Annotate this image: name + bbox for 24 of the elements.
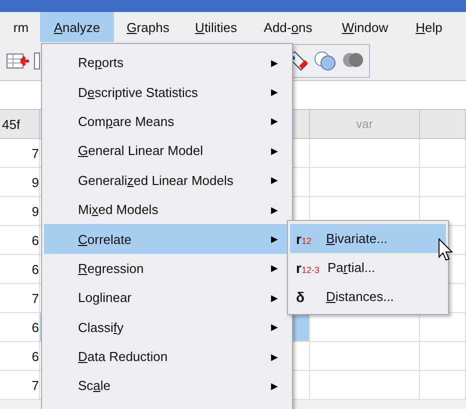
correlation-icon: r12-3 bbox=[296, 260, 320, 274]
submenu-arrow: ▶ bbox=[271, 175, 278, 186]
submenu-arrow: ▶ bbox=[271, 87, 278, 98]
table-cell: 6 bbox=[0, 342, 40, 371]
submenu-arrow: ▶ bbox=[271, 204, 278, 215]
correlation-icon: r12 bbox=[296, 232, 318, 246]
submenu-arrow: ▶ bbox=[271, 234, 278, 244]
delta-icon: δ bbox=[296, 290, 318, 304]
table-cell: 6 bbox=[0, 226, 40, 255]
submenu-arrow: ▶ bbox=[271, 352, 278, 362]
table-cell: 7 bbox=[0, 371, 40, 400]
table-cell: 9 bbox=[0, 197, 40, 226]
submenu-arrow: ▶ bbox=[271, 380, 278, 391]
submenu-arrow: ▶ bbox=[271, 58, 278, 68]
submenu-arrow: ▶ bbox=[271, 116, 278, 126]
table-cell: 7 bbox=[0, 139, 40, 168]
submenu-arrow: ▶ bbox=[271, 322, 278, 332]
submenu-arrow: ▶ bbox=[271, 292, 278, 303]
table-cell: 6 bbox=[0, 313, 40, 342]
table-cell: 6 bbox=[0, 255, 40, 284]
submenu-arrow: ▶ bbox=[271, 263, 278, 274]
table-cell: 9 bbox=[0, 168, 40, 197]
table-cell: 7 bbox=[0, 284, 40, 313]
submenu-arrow: ▶ bbox=[271, 146, 278, 156]
